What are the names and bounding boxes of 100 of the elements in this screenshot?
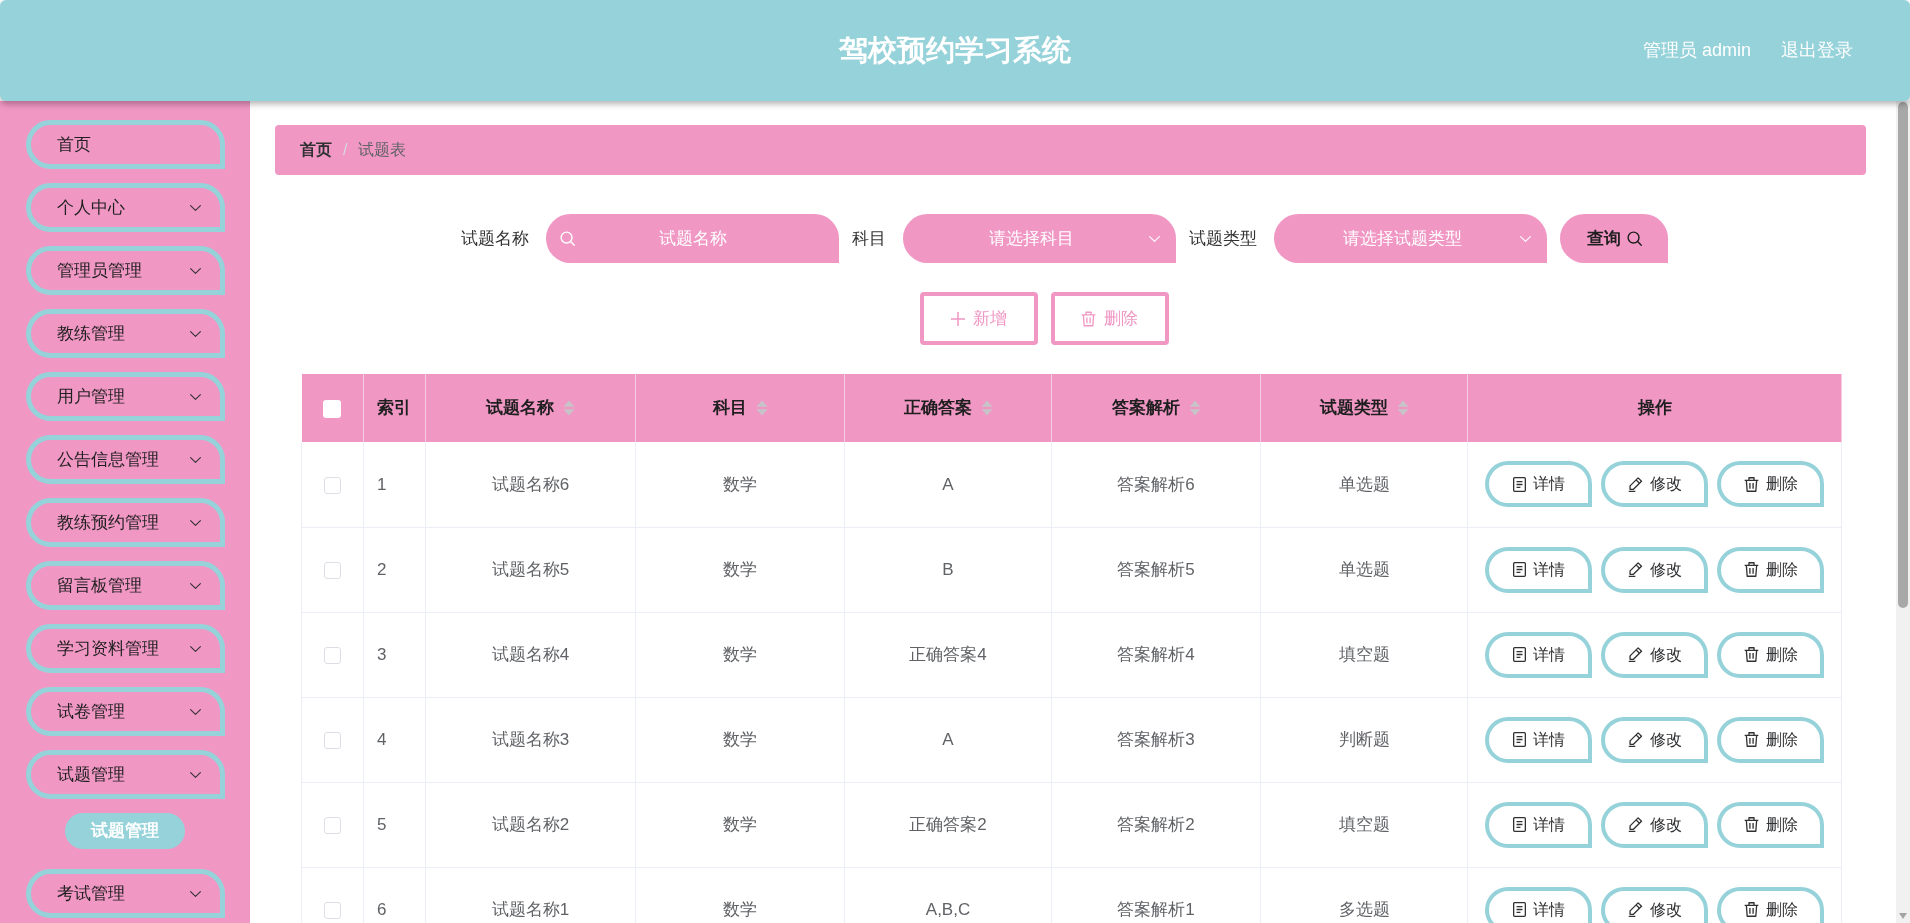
sidebar-item[interactable]: 首页 [25, 120, 225, 169]
delete-button[interactable]: 删除 [1717, 461, 1824, 508]
answer-analysis: 答案解析3 [1117, 729, 1195, 749]
edit-button[interactable]: 修改 [1601, 716, 1708, 763]
chevron-down-icon [1149, 236, 1160, 242]
row-checkbox[interactable] [324, 646, 341, 664]
row-checkbox[interactable] [324, 731, 341, 749]
dropdown-field[interactable]: 请选择试题类型 [1274, 214, 1547, 263]
sidebar-item[interactable]: 试卷管理 [25, 687, 225, 736]
question-type: 判断题 [1338, 729, 1390, 749]
subject-text: 数学 [723, 559, 757, 579]
chevron-down-icon [1520, 236, 1531, 242]
sidebar-item[interactable]: 试题管理 [25, 750, 225, 799]
row-index: 5 [377, 814, 387, 834]
answer-analysis: 答案解析2 [1117, 814, 1195, 834]
detail-button[interactable]: 详情 [1485, 461, 1592, 508]
sidebar-item[interactable]: 个人中心 [25, 183, 225, 232]
search-icon [1626, 231, 1642, 246]
breadcrumb-separator: / [343, 140, 348, 160]
document-icon [1512, 647, 1526, 662]
column-header[interactable]: 答案解析 [1111, 395, 1180, 421]
delete-button[interactable]: 删除 [1717, 801, 1824, 848]
column-header[interactable]: 正确答案 [903, 395, 972, 421]
delete-button[interactable]: 删除 [1717, 546, 1824, 593]
question-name: 试题名称1 [491, 899, 570, 919]
pencil-icon [1627, 562, 1643, 577]
question-type: 单选题 [1338, 559, 1390, 579]
row-checkbox[interactable] [324, 561, 341, 579]
delete-button[interactable]: 删除 [1717, 886, 1824, 923]
sidebar-item[interactable]: 管理员管理 [25, 246, 225, 295]
edit-button[interactable]: 修改 [1601, 886, 1708, 923]
sidebar-item[interactable]: 教练预约管理 [25, 498, 225, 547]
sidebar-item[interactable]: 公告信息管理 [25, 435, 225, 484]
dropdown-field[interactable]: 请选择科目 [903, 214, 1176, 263]
edit-button[interactable]: 修改 [1601, 546, 1708, 593]
detail-button[interactable]: 详情 [1485, 716, 1592, 763]
column-header: 操作 [1637, 397, 1672, 420]
chevron-down-icon [189, 456, 201, 463]
document-icon [1512, 817, 1526, 832]
answer-analysis: 答案解析5 [1117, 559, 1195, 579]
chevron-down-icon [189, 519, 201, 526]
question-type: 多选题 [1338, 899, 1390, 919]
correct-answer: 正确答案4 [909, 644, 987, 664]
row-checkbox[interactable] [324, 816, 341, 834]
row-index: 1 [377, 474, 387, 494]
trash-icon [1743, 647, 1759, 662]
chevron-down-icon [189, 645, 201, 652]
detail-button[interactable]: 详情 [1485, 801, 1592, 848]
correct-answer: A [942, 474, 954, 494]
trash-icon [1743, 562, 1759, 577]
detail-button[interactable]: 详情 [1485, 631, 1592, 678]
delete-button[interactable]: 删除 [1717, 631, 1824, 678]
sidebar-item[interactable]: 考试管理 [25, 869, 225, 918]
search-field[interactable]: 试题名称 [546, 214, 839, 263]
column-header[interactable]: 科目 [712, 395, 747, 421]
question-name: 试题名称6 [491, 474, 570, 494]
subject-text: 数学 [723, 474, 757, 494]
trash-icon [1743, 817, 1759, 832]
row-index: 2 [377, 559, 387, 579]
answer-analysis: 答案解析1 [1117, 899, 1195, 919]
sidebar-item[interactable]: 留言板管理 [25, 561, 225, 610]
answer-analysis: 答案解析6 [1117, 474, 1195, 494]
breadcrumb-link[interactable]: 首页 [300, 138, 332, 162]
subject-text: 数学 [723, 814, 757, 834]
column-header[interactable]: 试题名称 [486, 395, 554, 421]
pencil-icon [1627, 732, 1643, 747]
chevron-down-icon [189, 204, 201, 211]
scrollbar-thumb[interactable] [1898, 102, 1908, 608]
row-checkbox[interactable] [324, 476, 341, 494]
search-icon [560, 231, 575, 246]
breadcrumb-current: 试题表 [358, 140, 407, 160]
admin-username: 管理员 admin [1642, 39, 1751, 62]
sidebar-item[interactable]: 教练管理 [25, 309, 225, 358]
app-title: 驾校预约学习系统 [839, 32, 1071, 68]
detail-button[interactable]: 详情 [1485, 546, 1592, 593]
pencil-icon [1627, 817, 1643, 832]
edit-button[interactable]: 修改 [1601, 631, 1708, 678]
pencil-icon [1627, 647, 1643, 662]
chevron-down-icon [189, 393, 201, 400]
trash-icon [1743, 476, 1759, 492]
detail-button[interactable]: 详情 [1485, 886, 1592, 923]
document-icon [1512, 476, 1526, 492]
sort-icon [1396, 400, 1409, 416]
select-all-checkbox[interactable] [323, 399, 342, 418]
chevron-down-icon [189, 708, 201, 715]
correct-answer: A,B,C [925, 899, 971, 919]
question-type: 填空题 [1338, 814, 1390, 834]
sidebar-item[interactable]: 学习资料管理 [25, 624, 225, 673]
row-checkbox[interactable] [324, 901, 341, 919]
delete-button[interactable]: 删除 [1717, 716, 1824, 763]
query-button[interactable]: 查询 [1560, 214, 1668, 263]
edit-button[interactable]: 修改 [1601, 801, 1708, 848]
edit-button[interactable]: 修改 [1601, 461, 1708, 508]
question-name: 试题名称4 [491, 644, 570, 664]
column-header[interactable]: 试题类型 [1319, 395, 1388, 421]
chevron-down-icon [189, 582, 201, 589]
question-name: 试题名称3 [491, 729, 570, 749]
trash-icon [1081, 310, 1096, 327]
sidebar-item[interactable]: 用户管理 [25, 372, 225, 421]
subject-text: 数学 [723, 899, 757, 919]
